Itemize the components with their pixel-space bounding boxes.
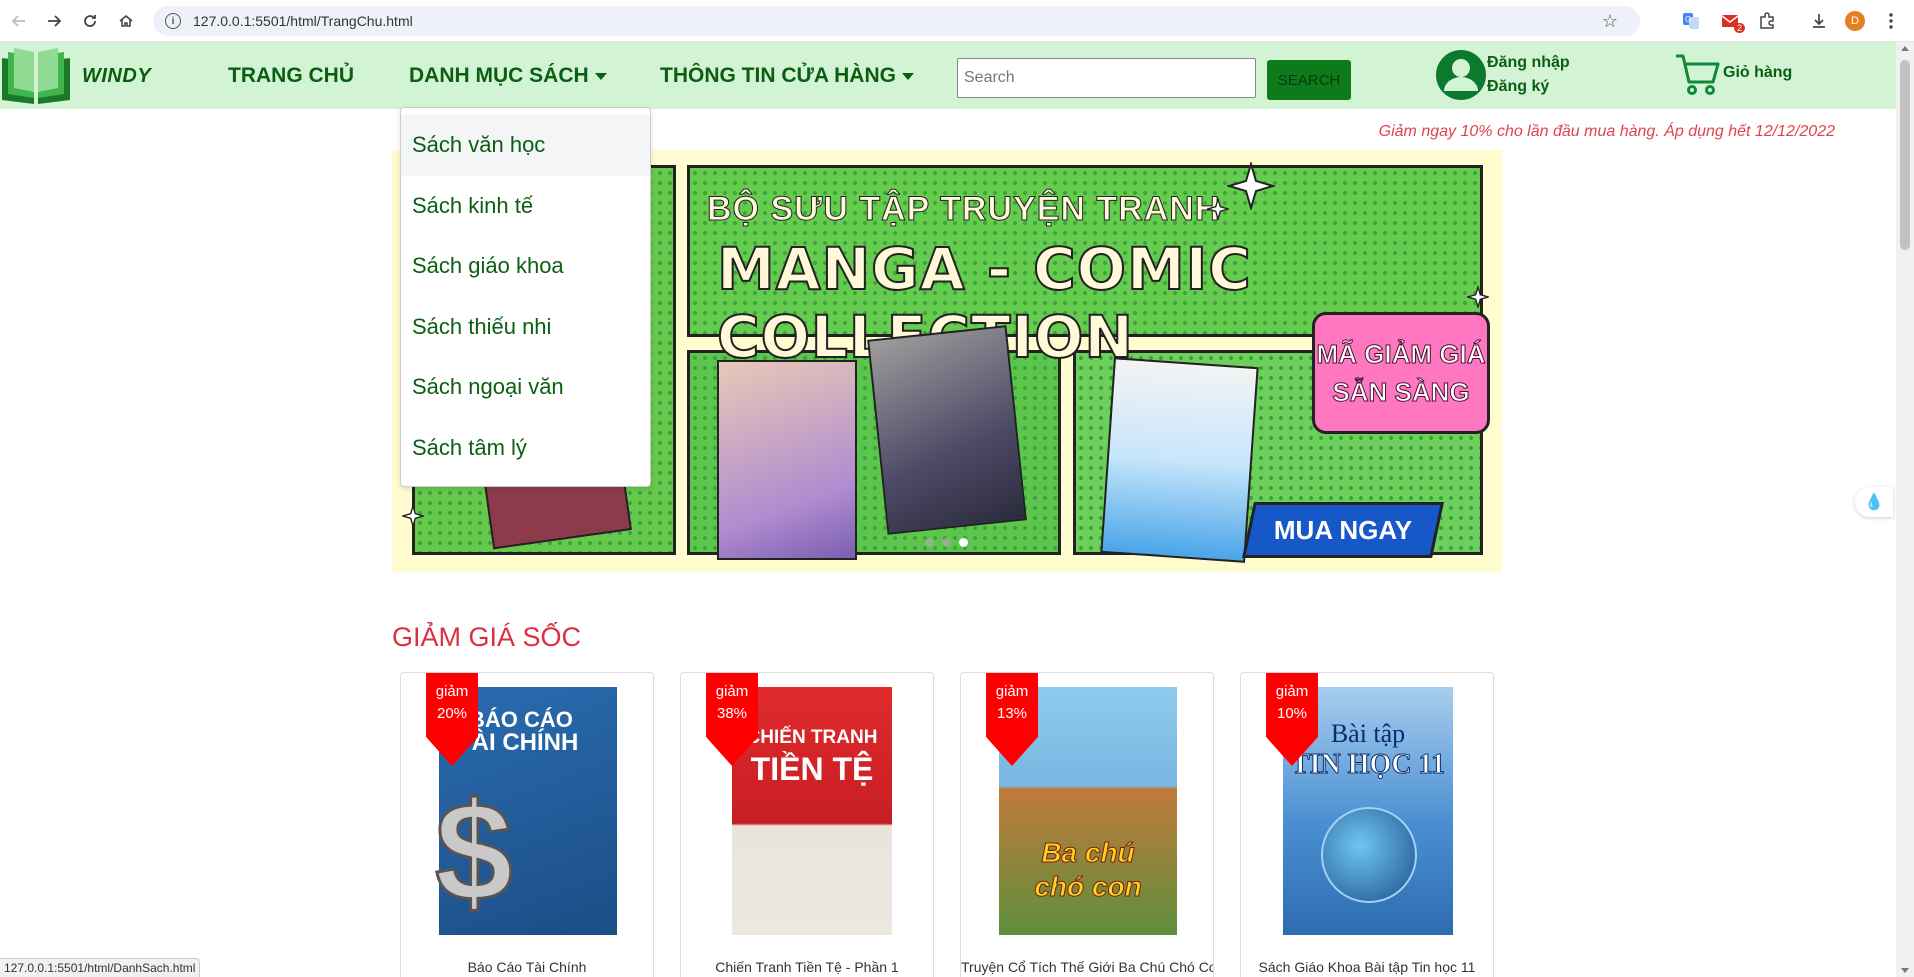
- product-title[interactable]: Chiến Tranh Tiền Tệ - Phần 1: [681, 959, 933, 975]
- sparkle-icon: [402, 505, 424, 527]
- dropdown-item-children[interactable]: Sách thiếu nhi: [401, 297, 650, 358]
- address-bar[interactable]: i 127.0.0.1:5501/html/TrangChu.html ☆: [153, 6, 1640, 36]
- bubble-line2: SẴN SÀNG: [1332, 377, 1470, 408]
- nav-store-info-label: THÔNG TIN CỬA HÀNG: [660, 64, 896, 87]
- globe-graphic: [1321, 807, 1417, 903]
- sparkle-icon: [1227, 162, 1275, 210]
- dropdown-item-economics[interactable]: Sách kinh tế: [401, 176, 650, 237]
- product-title[interactable]: Báo Cáo Tài Chính: [401, 959, 653, 975]
- search-input[interactable]: [957, 58, 1256, 98]
- product-card[interactable]: giảm 38% CHIẾN TRANH TIỀN TỆ Chiến Tranh…: [680, 672, 934, 977]
- nav-store-info[interactable]: THÔNG TIN CỬA HÀNG: [660, 64, 914, 88]
- product-card[interactable]: giảm 13% Ba chú chó con Truyện Cổ Tích T…: [960, 672, 1214, 977]
- cover-title-line2: chó con: [1034, 871, 1142, 903]
- site-header: WINDY TRANG CHỦ DANH MỤC SÁCH THÔNG TIN …: [0, 42, 1896, 109]
- nav-home-label: TRANG CHỦ: [228, 64, 354, 87]
- login-link[interactable]: Đăng nhập: [1487, 51, 1570, 75]
- product-title[interactable]: Sách Giáo Khoa Bài tập Tin học 11: [1241, 959, 1493, 975]
- banner-speech-bubble: MÃ GIẢM GIÁ SẴN SÀNG: [1312, 312, 1490, 434]
- cover-title-line2: TIN HỌC 11: [1290, 749, 1446, 781]
- product-card[interactable]: giảm 10% Bài tập TIN HỌC 11 Sách Giáo Kh…: [1240, 672, 1494, 977]
- discount-label: giảm: [995, 683, 1029, 700]
- discount-value: 13%: [996, 705, 1028, 722]
- discount-value: 20%: [436, 705, 468, 722]
- back-icon[interactable]: [4, 6, 34, 36]
- nav-categories-label: DANH MỤC SÁCH: [409, 64, 589, 87]
- user-avatar-icon[interactable]: [1435, 49, 1487, 101]
- reload-icon[interactable]: [75, 6, 105, 36]
- url-text[interactable]: 127.0.0.1:5501/html/TrangChu.html: [193, 13, 413, 29]
- banner-title-vi: BỘ SƯU TẬP TRUYỆN TRANH: [706, 190, 1221, 229]
- dropdown-item-foreign[interactable]: Sách ngoại văn: [401, 357, 650, 418]
- dollar-sign-graphic: $: [434, 773, 515, 930]
- category-dropdown-menu: Sách văn học Sách kinh tế Sách giáo khoa…: [400, 107, 651, 487]
- promo-text: Giảm ngay 10% cho lần đầu mua hàng. Áp d…: [1378, 123, 1835, 140]
- discount-label: giảm: [715, 683, 749, 700]
- buy-now-button[interactable]: MUA NGAY: [1242, 502, 1444, 558]
- cart-link[interactable]: Giỏ hàng: [1723, 64, 1792, 82]
- site-info-icon[interactable]: i: [165, 13, 181, 29]
- discount-value: 38%: [716, 705, 748, 722]
- sparkle-icon: [1467, 286, 1489, 308]
- search-button[interactable]: SEARCH: [1267, 60, 1351, 100]
- mail-extension-icon[interactable]: 2: [1717, 7, 1745, 35]
- buy-now-label: MUA NGAY: [1273, 514, 1413, 545]
- discount-value: 10%: [1276, 705, 1308, 722]
- scroll-thumb[interactable]: [1900, 60, 1910, 250]
- logo-text: WINDY: [82, 64, 152, 87]
- caret-down-icon: [901, 72, 914, 80]
- svg-text:G: G: [1685, 15, 1691, 24]
- carousel-dot-1[interactable]: [925, 538, 934, 547]
- download-icon[interactable]: [1805, 7, 1833, 35]
- discount-label: giảm: [435, 683, 469, 700]
- extensions-puzzle-icon[interactable]: [1753, 7, 1781, 35]
- register-link[interactable]: Đăng ký: [1487, 75, 1570, 99]
- forward-icon[interactable]: [39, 6, 69, 36]
- nav-home[interactable]: TRANG CHỦ: [228, 64, 354, 88]
- menu-kebab-icon[interactable]: [1877, 7, 1905, 35]
- section-title-sale: GIẢM GIÁ SỐC: [392, 622, 582, 652]
- cart-icon[interactable]: [1674, 52, 1720, 96]
- bubble-line1: MÃ GIẢM GIÁ: [1316, 339, 1486, 370]
- browser-toolbar: i 127.0.0.1:5501/html/TrangChu.html ☆ G …: [0, 0, 1914, 42]
- product-title[interactable]: Truyện Cổ Tích Thế Giới Ba Chú Chó Con: [961, 959, 1213, 975]
- book-logo-icon: [2, 48, 70, 104]
- cover-title-line1: Ba chú: [1041, 837, 1135, 869]
- banner-book-here-i-are: [717, 360, 857, 560]
- floating-droplet-icon[interactable]: 💧: [1855, 487, 1893, 517]
- cover-title-line2: TIỀN TỆ: [750, 751, 874, 787]
- translate-icon[interactable]: G: [1677, 7, 1705, 35]
- auth-links: Đăng nhập Đăng ký: [1487, 51, 1570, 99]
- page-scrollbar[interactable]: [1896, 42, 1914, 977]
- dropdown-item-textbooks[interactable]: Sách giáo khoa: [401, 236, 650, 297]
- carousel-dot-2[interactable]: [942, 538, 951, 547]
- dropdown-item-psychology[interactable]: Sách tâm lý: [401, 418, 650, 479]
- profile-avatar[interactable]: D: [1841, 7, 1869, 35]
- dropdown-item-literature[interactable]: Sách văn học: [401, 115, 650, 176]
- mail-badge: 2: [1733, 23, 1745, 33]
- carousel-indicators: [925, 538, 968, 547]
- caret-down-icon: [594, 72, 607, 80]
- product-card[interactable]: giảm 20% BÁO CÁO TÀI CHÍNH $ Báo Cáo Tài…: [400, 672, 654, 977]
- carousel-dot-3[interactable]: [959, 538, 968, 547]
- banner-book-kaiju: [867, 325, 1027, 535]
- nav-categories[interactable]: DANH MỤC SÁCH: [409, 64, 607, 88]
- home-icon[interactable]: [111, 6, 141, 36]
- banner-book-doraemon: [1100, 357, 1259, 563]
- scroll-up-arrow-icon[interactable]: [1901, 46, 1909, 51]
- bookmark-star-icon[interactable]: ☆: [1602, 11, 1618, 32]
- site-logo[interactable]: WINDY: [0, 48, 151, 104]
- status-bar-url: 127.0.0.1:5501/html/DanhSach.html: [0, 958, 201, 977]
- sparkle-icon: [1207, 198, 1229, 220]
- scroll-down-arrow-icon[interactable]: [1901, 968, 1909, 973]
- discount-label: giảm: [1275, 683, 1309, 700]
